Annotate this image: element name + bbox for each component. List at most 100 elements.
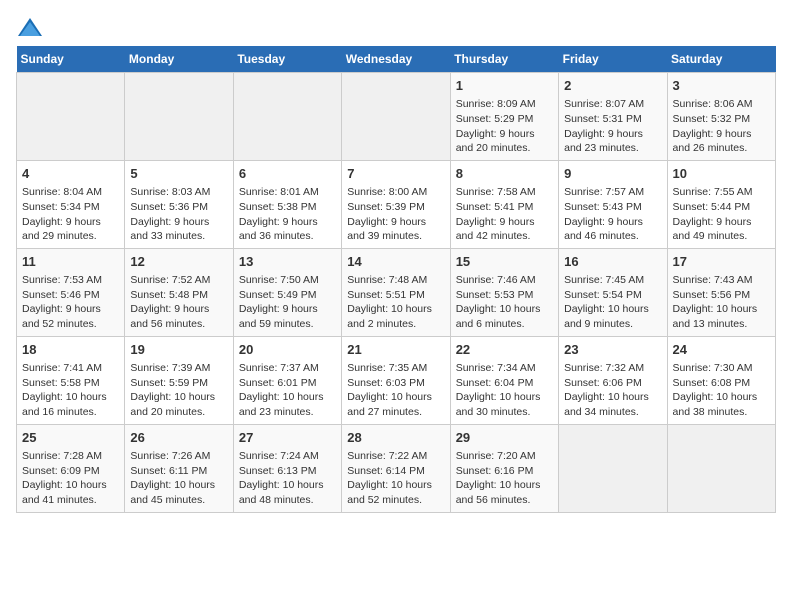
day-info: Sunrise: 7:48 AMSunset: 5:51 PMDaylight:… bbox=[347, 273, 444, 332]
calendar-cell: 27 Sunrise: 7:24 AMSunset: 6:13 PMDayligh… bbox=[233, 424, 341, 512]
day-info: Sunrise: 7:37 AMSunset: 6:01 PMDaylight:… bbox=[239, 361, 336, 420]
day-info: Sunrise: 7:50 AMSunset: 5:49 PMDaylight:… bbox=[239, 273, 336, 332]
day-number: 17 bbox=[673, 253, 770, 271]
calendar-cell: 29 Sunrise: 7:20 AMSunset: 6:16 PMDayligh… bbox=[450, 424, 558, 512]
calendar-cell bbox=[233, 73, 341, 161]
day-info: Sunrise: 7:30 AMSunset: 6:08 PMDaylight:… bbox=[673, 361, 770, 420]
day-info: Sunrise: 7:55 AMSunset: 5:44 PMDaylight:… bbox=[673, 185, 770, 244]
calendar-cell: 14 Sunrise: 7:48 AMSunset: 5:51 PMDayligh… bbox=[342, 248, 450, 336]
calendar-cell: 24Sunrise: 7:30 AMSunset: 6:08 PMDayligh… bbox=[667, 336, 775, 424]
day-info: Sunrise: 8:07 AMSunset: 5:31 PMDaylight:… bbox=[564, 97, 661, 156]
calendar-cell: 25 Sunrise: 7:28 AMSunset: 6:09 PMDayligh… bbox=[17, 424, 125, 512]
column-header-wednesday: Wednesday bbox=[342, 46, 450, 73]
logo bbox=[16, 16, 48, 38]
column-header-monday: Monday bbox=[125, 46, 233, 73]
calendar-cell: 3Sunrise: 8:06 AMSunset: 5:32 PMDaylight… bbox=[667, 73, 775, 161]
calendar-cell: 20 Sunrise: 7:37 AMSunset: 6:01 PMDayligh… bbox=[233, 336, 341, 424]
day-info: Sunrise: 7:24 AMSunset: 6:13 PMDaylight:… bbox=[239, 449, 336, 508]
day-info: Sunrise: 7:41 AMSunset: 5:58 PMDaylight:… bbox=[22, 361, 119, 420]
day-number: 29 bbox=[456, 429, 553, 447]
calendar-week-1: 1 Sunrise: 8:09 AMSunset: 5:29 PMDaylight… bbox=[17, 73, 776, 161]
day-number: 25 bbox=[22, 429, 119, 447]
day-number: 9 bbox=[564, 165, 661, 183]
calendar-cell: 28Sunrise: 7:22 AMSunset: 6:14 PMDayligh… bbox=[342, 424, 450, 512]
day-info: Sunrise: 7:32 AMSunset: 6:06 PMDaylight:… bbox=[564, 361, 661, 420]
calendar-cell: 15 Sunrise: 7:46 AMSunset: 5:53 PMDayligh… bbox=[450, 248, 558, 336]
day-info: Sunrise: 7:34 AMSunset: 6:04 PMDaylight:… bbox=[456, 361, 553, 420]
day-number: 22 bbox=[456, 341, 553, 359]
calendar-cell: 19 Sunrise: 7:39 AMSunset: 5:59 PMDayligh… bbox=[125, 336, 233, 424]
day-info: Sunrise: 7:39 AMSunset: 5:59 PMDaylight:… bbox=[130, 361, 227, 420]
calendar-week-2: 4 Sunrise: 8:04 AMSunset: 5:34 PMDaylight… bbox=[17, 160, 776, 248]
day-number: 27 bbox=[239, 429, 336, 447]
day-number: 8 bbox=[456, 165, 553, 183]
day-number: 26 bbox=[130, 429, 227, 447]
day-number: 21 bbox=[347, 341, 444, 359]
calendar-cell: 8 Sunrise: 7:58 AMSunset: 5:41 PMDaylight… bbox=[450, 160, 558, 248]
calendar-cell: 1 Sunrise: 8:09 AMSunset: 5:29 PMDaylight… bbox=[450, 73, 558, 161]
calendar-cell: 21 Sunrise: 7:35 AMSunset: 6:03 PMDayligh… bbox=[342, 336, 450, 424]
day-info: Sunrise: 7:26 AMSunset: 6:11 PMDaylight:… bbox=[130, 449, 227, 508]
day-number: 18 bbox=[22, 341, 119, 359]
day-info: Sunrise: 8:01 AMSunset: 5:38 PMDaylight:… bbox=[239, 185, 336, 244]
day-info: Sunrise: 7:53 AMSunset: 5:46 PMDaylight:… bbox=[22, 273, 119, 332]
calendar-cell: 12 Sunrise: 7:52 AMSunset: 5:48 PMDayligh… bbox=[125, 248, 233, 336]
day-number: 15 bbox=[456, 253, 553, 271]
day-number: 5 bbox=[130, 165, 227, 183]
calendar-cell: 10 Sunrise: 7:55 AMSunset: 5:44 PMDayligh… bbox=[667, 160, 775, 248]
day-info: Sunrise: 7:52 AMSunset: 5:48 PMDaylight:… bbox=[130, 273, 227, 332]
calendar-week-5: 25 Sunrise: 7:28 AMSunset: 6:09 PMDayligh… bbox=[17, 424, 776, 512]
calendar-cell: 13 Sunrise: 7:50 AMSunset: 5:49 PMDayligh… bbox=[233, 248, 341, 336]
day-info: Sunrise: 8:06 AMSunset: 5:32 PMDaylight:… bbox=[673, 97, 770, 156]
day-number: 13 bbox=[239, 253, 336, 271]
day-info: Sunrise: 8:09 AMSunset: 5:29 PMDaylight:… bbox=[456, 97, 553, 156]
day-number: 7 bbox=[347, 165, 444, 183]
day-number: 10 bbox=[673, 165, 770, 183]
calendar-cell: 11 Sunrise: 7:53 AMSunset: 5:46 PMDayligh… bbox=[17, 248, 125, 336]
day-number: 19 bbox=[130, 341, 227, 359]
calendar-cell: 23 Sunrise: 7:32 AMSunset: 6:06 PMDayligh… bbox=[559, 336, 667, 424]
column-header-sunday: Sunday bbox=[17, 46, 125, 73]
column-header-thursday: Thursday bbox=[450, 46, 558, 73]
calendar-cell: 18 Sunrise: 7:41 AMSunset: 5:58 PMDayligh… bbox=[17, 336, 125, 424]
day-info: Sunrise: 7:35 AMSunset: 6:03 PMDaylight:… bbox=[347, 361, 444, 420]
day-info: Sunrise: 7:45 AMSunset: 5:54 PMDaylight:… bbox=[564, 273, 661, 332]
day-info: Sunrise: 7:57 AMSunset: 5:43 PMDaylight:… bbox=[564, 185, 661, 244]
calendar-table: SundayMondayTuesdayWednesdayThursdayFrid… bbox=[16, 46, 776, 513]
day-info: Sunrise: 7:58 AMSunset: 5:41 PMDaylight:… bbox=[456, 185, 553, 244]
calendar-cell bbox=[559, 424, 667, 512]
calendar-week-4: 18 Sunrise: 7:41 AMSunset: 5:58 PMDayligh… bbox=[17, 336, 776, 424]
calendar-cell: 7Sunrise: 8:00 AMSunset: 5:39 PMDaylight… bbox=[342, 160, 450, 248]
page-header bbox=[16, 16, 776, 38]
calendar-cell: 4 Sunrise: 8:04 AMSunset: 5:34 PMDaylight… bbox=[17, 160, 125, 248]
column-header-friday: Friday bbox=[559, 46, 667, 73]
day-number: 28 bbox=[347, 429, 444, 447]
day-number: 4 bbox=[22, 165, 119, 183]
column-header-saturday: Saturday bbox=[667, 46, 775, 73]
day-info: Sunrise: 7:28 AMSunset: 6:09 PMDaylight:… bbox=[22, 449, 119, 508]
day-info: Sunrise: 7:46 AMSunset: 5:53 PMDaylight:… bbox=[456, 273, 553, 332]
day-info: Sunrise: 8:03 AMSunset: 5:36 PMDaylight:… bbox=[130, 185, 227, 244]
day-number: 14 bbox=[347, 253, 444, 271]
day-info: Sunrise: 7:20 AMSunset: 6:16 PMDaylight:… bbox=[456, 449, 553, 508]
day-number: 12 bbox=[130, 253, 227, 271]
day-number: 2 bbox=[564, 77, 661, 95]
calendar-cell bbox=[17, 73, 125, 161]
day-number: 1 bbox=[456, 77, 553, 95]
calendar-cell bbox=[667, 424, 775, 512]
day-number: 6 bbox=[239, 165, 336, 183]
day-info: Sunrise: 8:04 AMSunset: 5:34 PMDaylight:… bbox=[22, 185, 119, 244]
day-number: 16 bbox=[564, 253, 661, 271]
column-header-tuesday: Tuesday bbox=[233, 46, 341, 73]
calendar-cell: 16 Sunrise: 7:45 AMSunset: 5:54 PMDayligh… bbox=[559, 248, 667, 336]
calendar-cell: 22 Sunrise: 7:34 AMSunset: 6:04 PMDayligh… bbox=[450, 336, 558, 424]
calendar-cell: 5 Sunrise: 8:03 AMSunset: 5:36 PMDaylight… bbox=[125, 160, 233, 248]
day-number: 20 bbox=[239, 341, 336, 359]
calendar-week-3: 11 Sunrise: 7:53 AMSunset: 5:46 PMDayligh… bbox=[17, 248, 776, 336]
calendar-cell bbox=[342, 73, 450, 161]
calendar-cell: 26 Sunrise: 7:26 AMSunset: 6:11 PMDayligh… bbox=[125, 424, 233, 512]
day-number: 23 bbox=[564, 341, 661, 359]
calendar-cell: 2 Sunrise: 8:07 AMSunset: 5:31 PMDaylight… bbox=[559, 73, 667, 161]
calendar-cell bbox=[125, 73, 233, 161]
day-number: 11 bbox=[22, 253, 119, 271]
